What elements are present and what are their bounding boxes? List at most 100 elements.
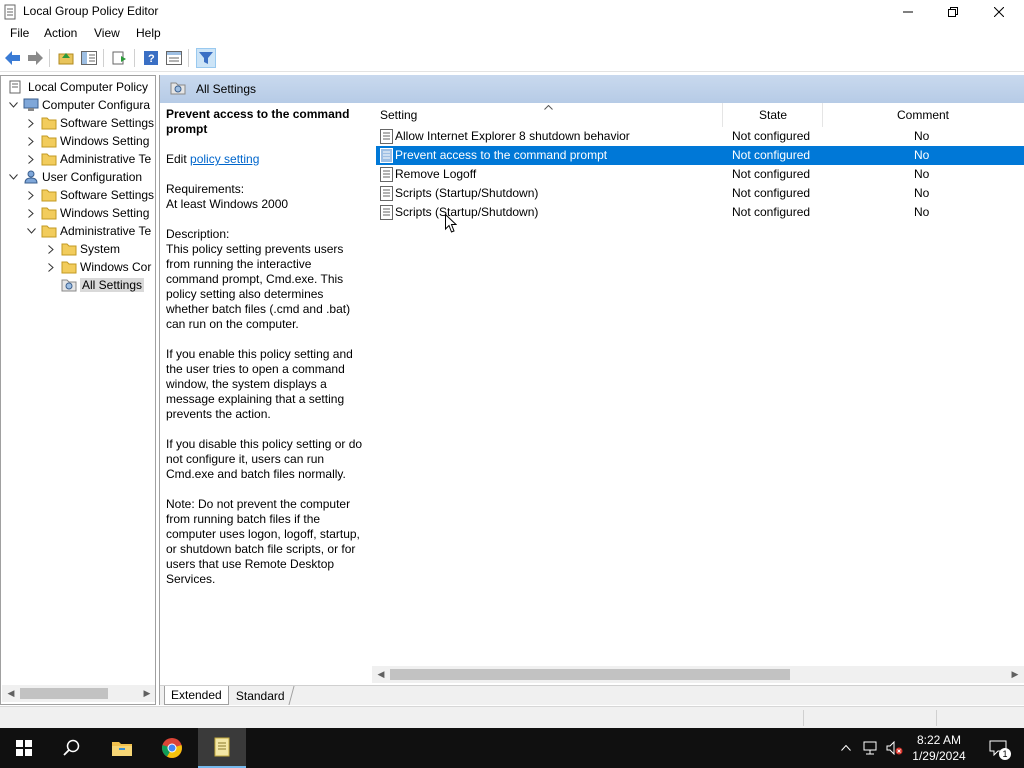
back-arrow-icon (5, 51, 20, 65)
tree-node-uc-administrative-templates[interactable]: Administrative Te (25, 222, 151, 240)
toolbar: ? (0, 44, 1024, 72)
scroll-left-icon[interactable]: ◀ (4, 687, 18, 700)
menu-help[interactable]: Help (136, 26, 161, 40)
folder-icon (41, 225, 57, 238)
policy-setting-icon (380, 186, 393, 201)
tree-horizontal-scrollbar[interactable]: ◀ ▶ (2, 685, 155, 702)
chrome-icon (162, 738, 182, 758)
close-icon (994, 7, 1004, 17)
tree-node-uc-software-settings[interactable]: Software Settings (25, 186, 154, 204)
windows-logo-icon (16, 740, 32, 756)
restore-icon (948, 7, 958, 17)
network-tray-button[interactable] (860, 728, 882, 768)
details-pane: All Settings Prevent access to the comma… (159, 75, 1024, 705)
file-explorer-icon (112, 742, 132, 756)
expand-chevron-icon[interactable] (25, 153, 37, 165)
scroll-left-icon[interactable]: ◀ (374, 668, 388, 681)
tree-node-computer-configuration[interactable]: Computer Configura (7, 96, 150, 114)
action-center-button[interactable]: 1 (978, 728, 1018, 768)
minimize-icon (903, 11, 913, 13)
scroll-right-icon[interactable]: ▶ (1008, 668, 1022, 681)
network-icon (863, 741, 877, 755)
policy-setting-icon (380, 148, 393, 163)
expand-chevron-icon[interactable] (45, 243, 57, 255)
details-header: All Settings (160, 75, 1024, 103)
policy-editor-taskbar-button[interactable] (198, 728, 246, 768)
tree-pane[interactable]: Local Computer Policy Computer Configura… (0, 75, 156, 705)
tree-node-cc-software-settings[interactable]: Software Settings (25, 114, 154, 132)
tree-node-system[interactable]: System (45, 240, 120, 258)
policy-editor-app-icon (4, 4, 16, 20)
scroll-thumb[interactable] (390, 669, 790, 680)
tree-node-local-computer-policy[interactable]: Local Computer Policy (9, 78, 148, 96)
tab-standard[interactable]: Standard (227, 686, 295, 705)
tree-node-all-settings[interactable]: All Settings (61, 276, 145, 294)
tree-node-user-configuration[interactable]: User Configuration (7, 168, 142, 186)
tree-pane-icon (81, 51, 97, 65)
tree-node-uc-windows-settings[interactable]: Windows Setting (25, 204, 149, 222)
tree-node-windows-components[interactable]: Windows Cor (45, 258, 151, 276)
folder-icon (61, 261, 77, 274)
list-horizontal-scrollbar[interactable]: ◀ ▶ (372, 666, 1024, 683)
expand-chevron-icon[interactable] (25, 117, 37, 129)
tree-node-cc-windows-settings[interactable]: Windows Setting (25, 132, 149, 150)
properties-button[interactable] (164, 48, 184, 68)
requirements-text: Requirements: At least Windows 2000 (166, 182, 289, 211)
menu-file[interactable]: File (10, 26, 29, 40)
search-button[interactable] (48, 728, 96, 768)
file-explorer-button[interactable] (98, 728, 146, 768)
edit-policy-setting-link[interactable]: policy setting (190, 152, 259, 166)
column-header-state[interactable]: State (723, 103, 823, 127)
scroll-thumb[interactable] (20, 688, 108, 699)
show-hidden-icons-button[interactable] (836, 728, 856, 768)
table-row[interactable]: Scripts (Startup/Shutdown) Not configure… (376, 184, 1024, 203)
chevron-up-icon (841, 745, 851, 751)
collapse-chevron-icon[interactable] (7, 171, 19, 183)
column-header-comment[interactable]: Comment (823, 103, 1023, 127)
table-row[interactable]: Scripts (Startup/Shutdown) Not configure… (376, 203, 1024, 222)
help-icon: ? (144, 51, 158, 65)
policy-editor-icon (214, 737, 230, 757)
extended-description: Prevent access to the command prompt Edi… (166, 107, 366, 587)
volume-tray-button[interactable] (884, 728, 906, 768)
filter-icon (199, 52, 213, 64)
start-button[interactable] (0, 728, 48, 768)
notification-count-badge: 1 (999, 748, 1011, 760)
menu-bar: File Action View Help (0, 24, 1024, 44)
clock-time: 8:22 AM (916, 733, 962, 747)
forward-button[interactable] (25, 48, 45, 68)
volume-muted-icon (886, 741, 903, 755)
minimize-button[interactable] (885, 0, 931, 24)
back-button[interactable] (3, 48, 23, 68)
up-folder-button[interactable] (56, 48, 76, 68)
enable-text: If you enable this policy setting and th… (166, 347, 353, 421)
status-bar (0, 706, 1024, 728)
table-row-selected[interactable]: Prevent access to the command prompt Not… (376, 146, 1024, 165)
restore-button[interactable] (930, 0, 976, 24)
help-button[interactable]: ? (141, 48, 161, 68)
collapse-chevron-icon[interactable] (25, 225, 37, 237)
filter-button[interactable] (196, 48, 216, 68)
mouse-cursor-icon (445, 214, 457, 233)
show-hide-tree-button[interactable] (79, 48, 99, 68)
table-row[interactable]: Allow Internet Explorer 8 shutdown behav… (376, 127, 1024, 146)
folder-icon (41, 135, 57, 148)
expand-chevron-icon[interactable] (45, 261, 57, 273)
menu-action[interactable]: Action (44, 26, 77, 40)
expand-chevron-icon[interactable] (25, 189, 37, 201)
expand-chevron-icon[interactable] (25, 207, 37, 219)
tab-extended[interactable]: Extended (164, 686, 229, 705)
menu-view[interactable]: View (94, 26, 120, 40)
expand-chevron-icon[interactable] (25, 135, 37, 147)
clock[interactable]: 8:22 AM 1/29/2024 (905, 732, 973, 764)
settings-list[interactable]: Setting State Comment Allow Internet Exp… (372, 103, 1024, 668)
export-list-button[interactable] (110, 48, 130, 68)
collapse-chevron-icon[interactable] (7, 99, 19, 111)
folder-icon (41, 153, 57, 166)
table-row[interactable]: Remove Logoff Not configured No (376, 165, 1024, 184)
export-list-icon (112, 51, 126, 65)
tree-node-cc-administrative-templates[interactable]: Administrative Te (25, 150, 151, 168)
scroll-right-icon[interactable]: ▶ (140, 687, 154, 700)
chrome-button[interactable] (148, 728, 196, 768)
close-button[interactable] (976, 0, 1022, 24)
